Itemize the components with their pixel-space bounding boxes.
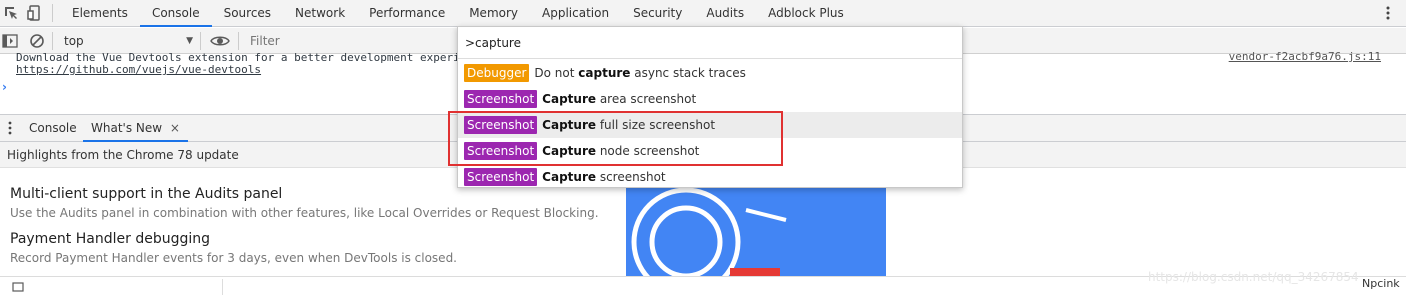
tab-network[interactable]: Network — [283, 0, 357, 27]
log-source-link[interactable]: vendor-f2acbf9a76.js:11 — [1229, 50, 1381, 63]
partial-label: Npcink — [1362, 277, 1400, 290]
feature-description: Use the Audits panel in combination with… — [10, 206, 599, 220]
tab-security[interactable]: Security — [621, 0, 694, 27]
tab-sources[interactable]: Sources — [212, 0, 283, 27]
command-label: Capture screenshot — [542, 170, 666, 184]
clear-console-icon[interactable] — [29, 33, 45, 49]
feature-description: Record Payment Handler events for 3 days… — [10, 251, 457, 265]
device-icon[interactable] — [27, 5, 43, 21]
context-selector[interactable]: top ▼ — [57, 32, 197, 50]
feature-title[interactable]: Payment Handler debugging — [10, 231, 210, 247]
command-item[interactable]: Debugger Do not capture async stack trac… — [458, 60, 962, 86]
panel-tabs: Elements Console Sources Network Perform… — [60, 0, 856, 27]
command-item[interactable]: Screenshot Capture screenshot — [458, 164, 962, 190]
watermark: https://blog.csdn.net/qq_34267854 — [1148, 270, 1359, 284]
divider — [222, 279, 223, 295]
command-menu-input[interactable] — [458, 27, 962, 59]
tab-elements[interactable]: Elements — [60, 0, 140, 27]
context-value: top — [64, 34, 84, 48]
screen-icon — [12, 282, 24, 292]
devtools-tab-bar: Elements Console Sources Network Perform… — [0, 0, 1406, 27]
drawer-tab-label: What's New — [91, 121, 163, 135]
close-icon[interactable]: × — [170, 121, 180, 135]
category-badge: Screenshot — [464, 90, 538, 108]
drawer-tab-whats-new[interactable]: What's New × — [83, 115, 188, 142]
tab-memory[interactable]: Memory — [457, 0, 530, 27]
tab-application[interactable]: Application — [530, 0, 621, 27]
eye-icon[interactable] — [210, 33, 230, 49]
toolbar-divider — [238, 32, 239, 50]
toolbar-divider — [52, 32, 53, 50]
tab-performance[interactable]: Performance — [357, 0, 457, 27]
feature-title[interactable]: Multi-client support in the Audits panel — [10, 186, 282, 202]
category-badge: Debugger — [464, 64, 530, 82]
highlight-annotation-box — [448, 111, 783, 166]
tab-adblock-plus[interactable]: Adblock Plus — [756, 0, 856, 27]
tab-console[interactable]: Console — [139, 0, 212, 27]
toolbar-divider — [52, 4, 53, 22]
filter-input[interactable] — [244, 32, 464, 50]
console-prompt-icon[interactable]: › — [2, 80, 7, 94]
sidebar-toggle-icon[interactable] — [2, 33, 18, 49]
feature-illustration — [626, 180, 886, 276]
inspect-icon[interactable] — [3, 5, 19, 21]
illustration-graphic — [631, 180, 787, 276]
toolbar-divider — [200, 32, 201, 50]
command-label: Capture area screenshot — [542, 92, 697, 106]
tab-audits[interactable]: Audits — [694, 0, 756, 27]
command-label: Do not capture async stack traces — [534, 66, 746, 80]
drawer-tab-console[interactable]: Console — [29, 115, 77, 142]
command-item[interactable]: Screenshot Capture area screenshot — [458, 86, 962, 112]
dropdown-arrow-icon: ▼ — [186, 36, 193, 46]
category-badge: Screenshot — [464, 168, 538, 186]
drawer-menu-icon[interactable] — [2, 120, 18, 136]
more-vert-icon[interactable] — [1380, 5, 1396, 21]
log-link[interactable]: https://github.com/vuejs/vue-devtools — [16, 63, 261, 76]
